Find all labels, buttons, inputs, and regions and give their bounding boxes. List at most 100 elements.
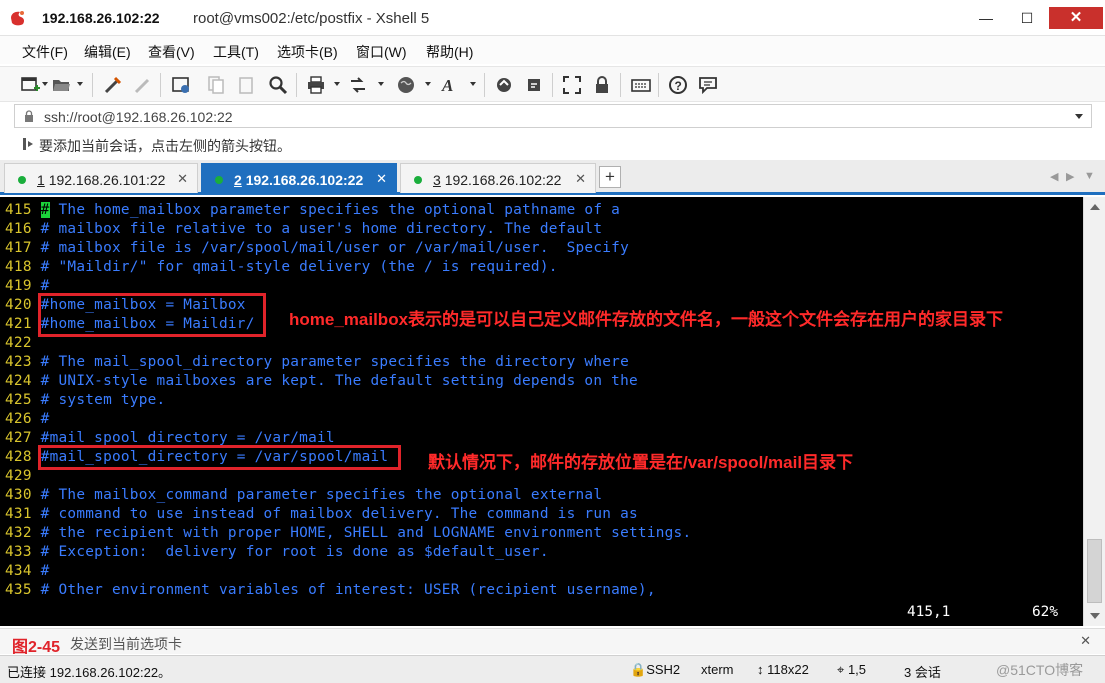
window-title: root@vms002:/etc/postfix - Xshell 5	[193, 10, 430, 27]
resize-icon: ↕	[757, 662, 764, 677]
annotation-home-mailbox: home_mailbox表示的是可以自己定义邮件存放的文件名，一般这个文件会存在…	[289, 310, 1004, 329]
close-button[interactable]: ✕	[1049, 7, 1103, 29]
lock-icon[interactable]	[592, 75, 612, 95]
find-icon[interactable]	[268, 75, 288, 95]
line-number: 416	[5, 221, 32, 237]
protocol-status: 🔒SSH2	[630, 662, 680, 678]
tab-host: 192.168.26.102:22	[245, 172, 364, 188]
chat-icon[interactable]	[698, 75, 718, 95]
compose-send-target[interactable]: 发送到当前选项卡	[70, 634, 182, 654]
line-number: 428	[5, 449, 32, 465]
help-icon[interactable]: ?	[668, 75, 688, 95]
watermark: @51CTO博客	[996, 662, 1084, 678]
status-bar: 已连接 192.168.26.102:22。 🔒SSH2 xterm ↕ 118…	[0, 655, 1105, 683]
script-icon[interactable]	[524, 75, 544, 95]
session-hint-bar: 要添加当前会话，点击左侧的箭头按钮。	[14, 131, 1092, 157]
tab-scroll-left-icon[interactable]: ◀	[1050, 170, 1058, 183]
terminal-line: 430 # The mailbox_command parameter spec…	[5, 486, 602, 505]
protocol-label: SSH2	[646, 662, 681, 677]
scrollbar-thumb[interactable]	[1087, 539, 1102, 603]
terminal-line: 434 #	[5, 562, 50, 581]
line-text: # The mailbox_command parameter specifie…	[40, 487, 603, 503]
terminal-line: 425 # system type.	[5, 391, 165, 410]
print-icon[interactable]	[306, 75, 326, 95]
text-cursor: #	[40, 202, 50, 218]
line-number: 417	[5, 240, 32, 256]
line-number: 419	[5, 278, 32, 294]
compose-bar[interactable]: 图2-45 发送到当前选项卡 ✕	[0, 628, 1105, 656]
connected-status-icon	[18, 176, 26, 184]
xftp-icon[interactable]	[494, 75, 514, 95]
minimize-button[interactable]: —	[972, 7, 1000, 29]
menu-view[interactable]: 查看(V)	[148, 42, 195, 62]
line-number: 415	[5, 202, 32, 218]
tab-session-2[interactable]: 2 192.168.26.102:22 ✕	[201, 163, 397, 193]
close-icon[interactable]: ✕	[177, 171, 188, 187]
reconnect-icon[interactable]	[103, 75, 123, 95]
line-number: 420	[5, 297, 32, 313]
line-text: # mailbox file relative to a user's home…	[40, 221, 603, 237]
line-text: # UNIX-style mailboxes are kept. The def…	[40, 373, 638, 389]
tab-strip: 1 192.168.26.101:22 ✕ 2 192.168.26.102:2…	[0, 160, 1105, 195]
line-text: # mailbox file is /var/spool/mail/user o…	[40, 240, 629, 256]
line-text: # command to use instead of mailbox deli…	[40, 506, 638, 522]
address-input[interactable]: ssh://root@192.168.26.102:22	[44, 109, 233, 125]
terminal-line: 415 # The home_mailbox parameter specifi…	[5, 201, 620, 220]
menu-window[interactable]: 窗口(W)	[356, 42, 407, 62]
paste-icon[interactable]	[236, 75, 256, 95]
fullscreen-icon[interactable]	[562, 75, 582, 95]
terminal-line: 432 # the recipient with proper HOME, SH…	[5, 524, 691, 543]
session-arrow-icon[interactable]	[22, 137, 36, 151]
hint-text: 要添加当前会话，点击左侧的箭头按钮。	[39, 138, 291, 154]
figure-label: 图2-45	[12, 639, 61, 656]
cursor-position: 415,1	[907, 604, 951, 620]
close-icon[interactable]: ✕	[376, 171, 387, 187]
open-folder-icon[interactable]	[51, 75, 71, 95]
tab-scroll-right-icon[interactable]: ▶	[1066, 170, 1074, 183]
address-bar[interactable]: ssh://root@192.168.26.102:22	[14, 104, 1092, 128]
terminal-line: 423 # The mail_spool_directory parameter…	[5, 353, 629, 372]
maximize-button[interactable]: ☐	[1013, 7, 1041, 29]
svg-text:A: A	[441, 76, 453, 95]
line-text: # the recipient with proper HOME, SHELL …	[40, 525, 692, 541]
menu-tabs[interactable]: 选项卡(B)	[277, 42, 338, 62]
terminal-size: ↕ 118x22	[757, 662, 809, 677]
terminal-line: 417 # mailbox file is /var/spool/mail/us…	[5, 239, 629, 258]
lock-icon	[25, 110, 33, 122]
lock-icon: 🔒	[630, 662, 647, 677]
tab-session-3[interactable]: 3 192.168.26.102:22 ✕	[400, 163, 596, 193]
add-tab-button[interactable]: +	[599, 166, 621, 188]
font-icon[interactable]: A	[440, 75, 460, 95]
scroll-up-icon[interactable]	[1090, 204, 1100, 210]
line-number: 427	[5, 430, 32, 446]
line-text: #	[40, 563, 50, 579]
menu-edit[interactable]: 编辑(E)	[84, 42, 131, 62]
line-text: # The mail_spool_directory parameter spe…	[40, 354, 629, 370]
terminal[interactable]: 415 # The home_mailbox parameter specifi…	[0, 197, 1083, 626]
terminal-size-label: 118x22	[767, 662, 809, 677]
new-session-icon[interactable]	[20, 75, 40, 95]
window-title-host: 192.168.26.102:22	[42, 10, 160, 26]
toolbar: A ?	[0, 66, 1105, 102]
tab-list-icon[interactable]: ▼	[1084, 170, 1095, 182]
menu-file[interactable]: 文件(F)	[22, 42, 68, 62]
svg-text:?: ?	[675, 79, 682, 93]
transfer-icon[interactable]	[348, 75, 368, 95]
terminal-scrollbar[interactable]	[1083, 197, 1105, 626]
scroll-down-icon[interactable]	[1090, 613, 1100, 619]
properties-icon[interactable]	[171, 75, 191, 95]
chevron-down-icon[interactable]	[1075, 114, 1083, 119]
annotation-mail-spool: 默认情况下，邮件的存放位置是在/var/spool/mail目录下	[428, 453, 854, 472]
cursor-position-icon: ⌖	[837, 662, 845, 677]
menu-help[interactable]: 帮助(H)	[426, 42, 473, 62]
line-number: 426	[5, 411, 32, 427]
keyboard-icon[interactable]	[631, 75, 651, 95]
menu-tools[interactable]: 工具(T)	[213, 42, 259, 62]
close-icon[interactable]: ✕	[575, 171, 586, 187]
disconnect-icon[interactable]	[133, 75, 153, 95]
tab-session-1[interactable]: 1 192.168.26.101:22 ✕	[4, 163, 198, 193]
terminal-line: 426 #	[5, 410, 50, 429]
copy-icon[interactable]	[206, 75, 226, 95]
globe-icon[interactable]	[396, 75, 416, 95]
close-icon[interactable]: ✕	[1080, 633, 1091, 649]
